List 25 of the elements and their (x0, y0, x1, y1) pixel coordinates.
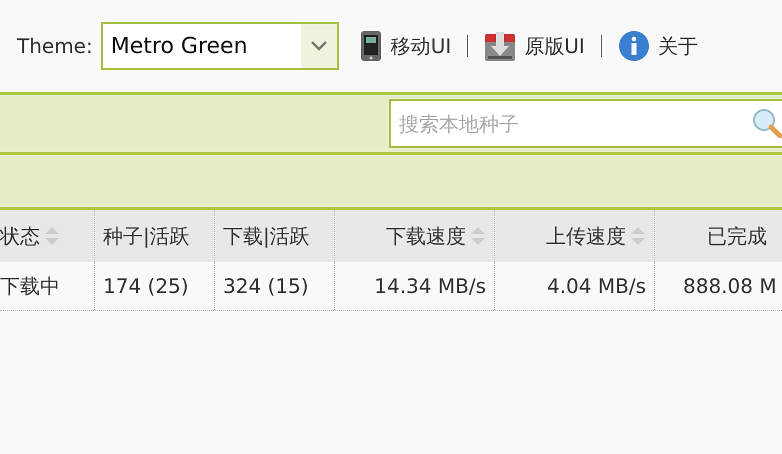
search-icon (752, 108, 782, 138)
column-header[interactable]: 种子|活跃 (95, 210, 215, 262)
info-icon (618, 30, 650, 62)
column-header[interactable]: 上传速度 (495, 210, 655, 262)
download-box-icon (484, 30, 516, 62)
theme-dropdown[interactable]: Metro Green (100, 22, 339, 70)
search-field[interactable]: 搜索本地种子 (389, 99, 782, 148)
theme-label: Theme: (17, 34, 93, 58)
nav-link[interactable]: 原版UI (484, 30, 585, 62)
table-cell-text: 888.08 M (682, 273, 778, 300)
column-header[interactable]: 下载速度 (335, 210, 495, 262)
sort-icon (630, 224, 646, 248)
sort-icon (470, 224, 486, 248)
table-cell: 下载中 (0, 262, 95, 310)
column-header[interactable]: 已完成 (655, 210, 782, 262)
chevron-down-icon (310, 40, 328, 52)
table-cell: 324 (15) (215, 262, 335, 310)
table-cell: 14.34 MB/s (335, 262, 495, 310)
nav-link[interactable]: 移动UI (358, 30, 452, 62)
phone-icon (358, 30, 383, 62)
nav-link[interactable]: 关于 (618, 30, 698, 62)
table-cell: 4.04 MB/s (495, 262, 655, 310)
table-cell: 174 (25) (95, 262, 215, 310)
column-header[interactable]: 下载|活跃 (215, 210, 335, 262)
sort-icon (44, 224, 60, 248)
